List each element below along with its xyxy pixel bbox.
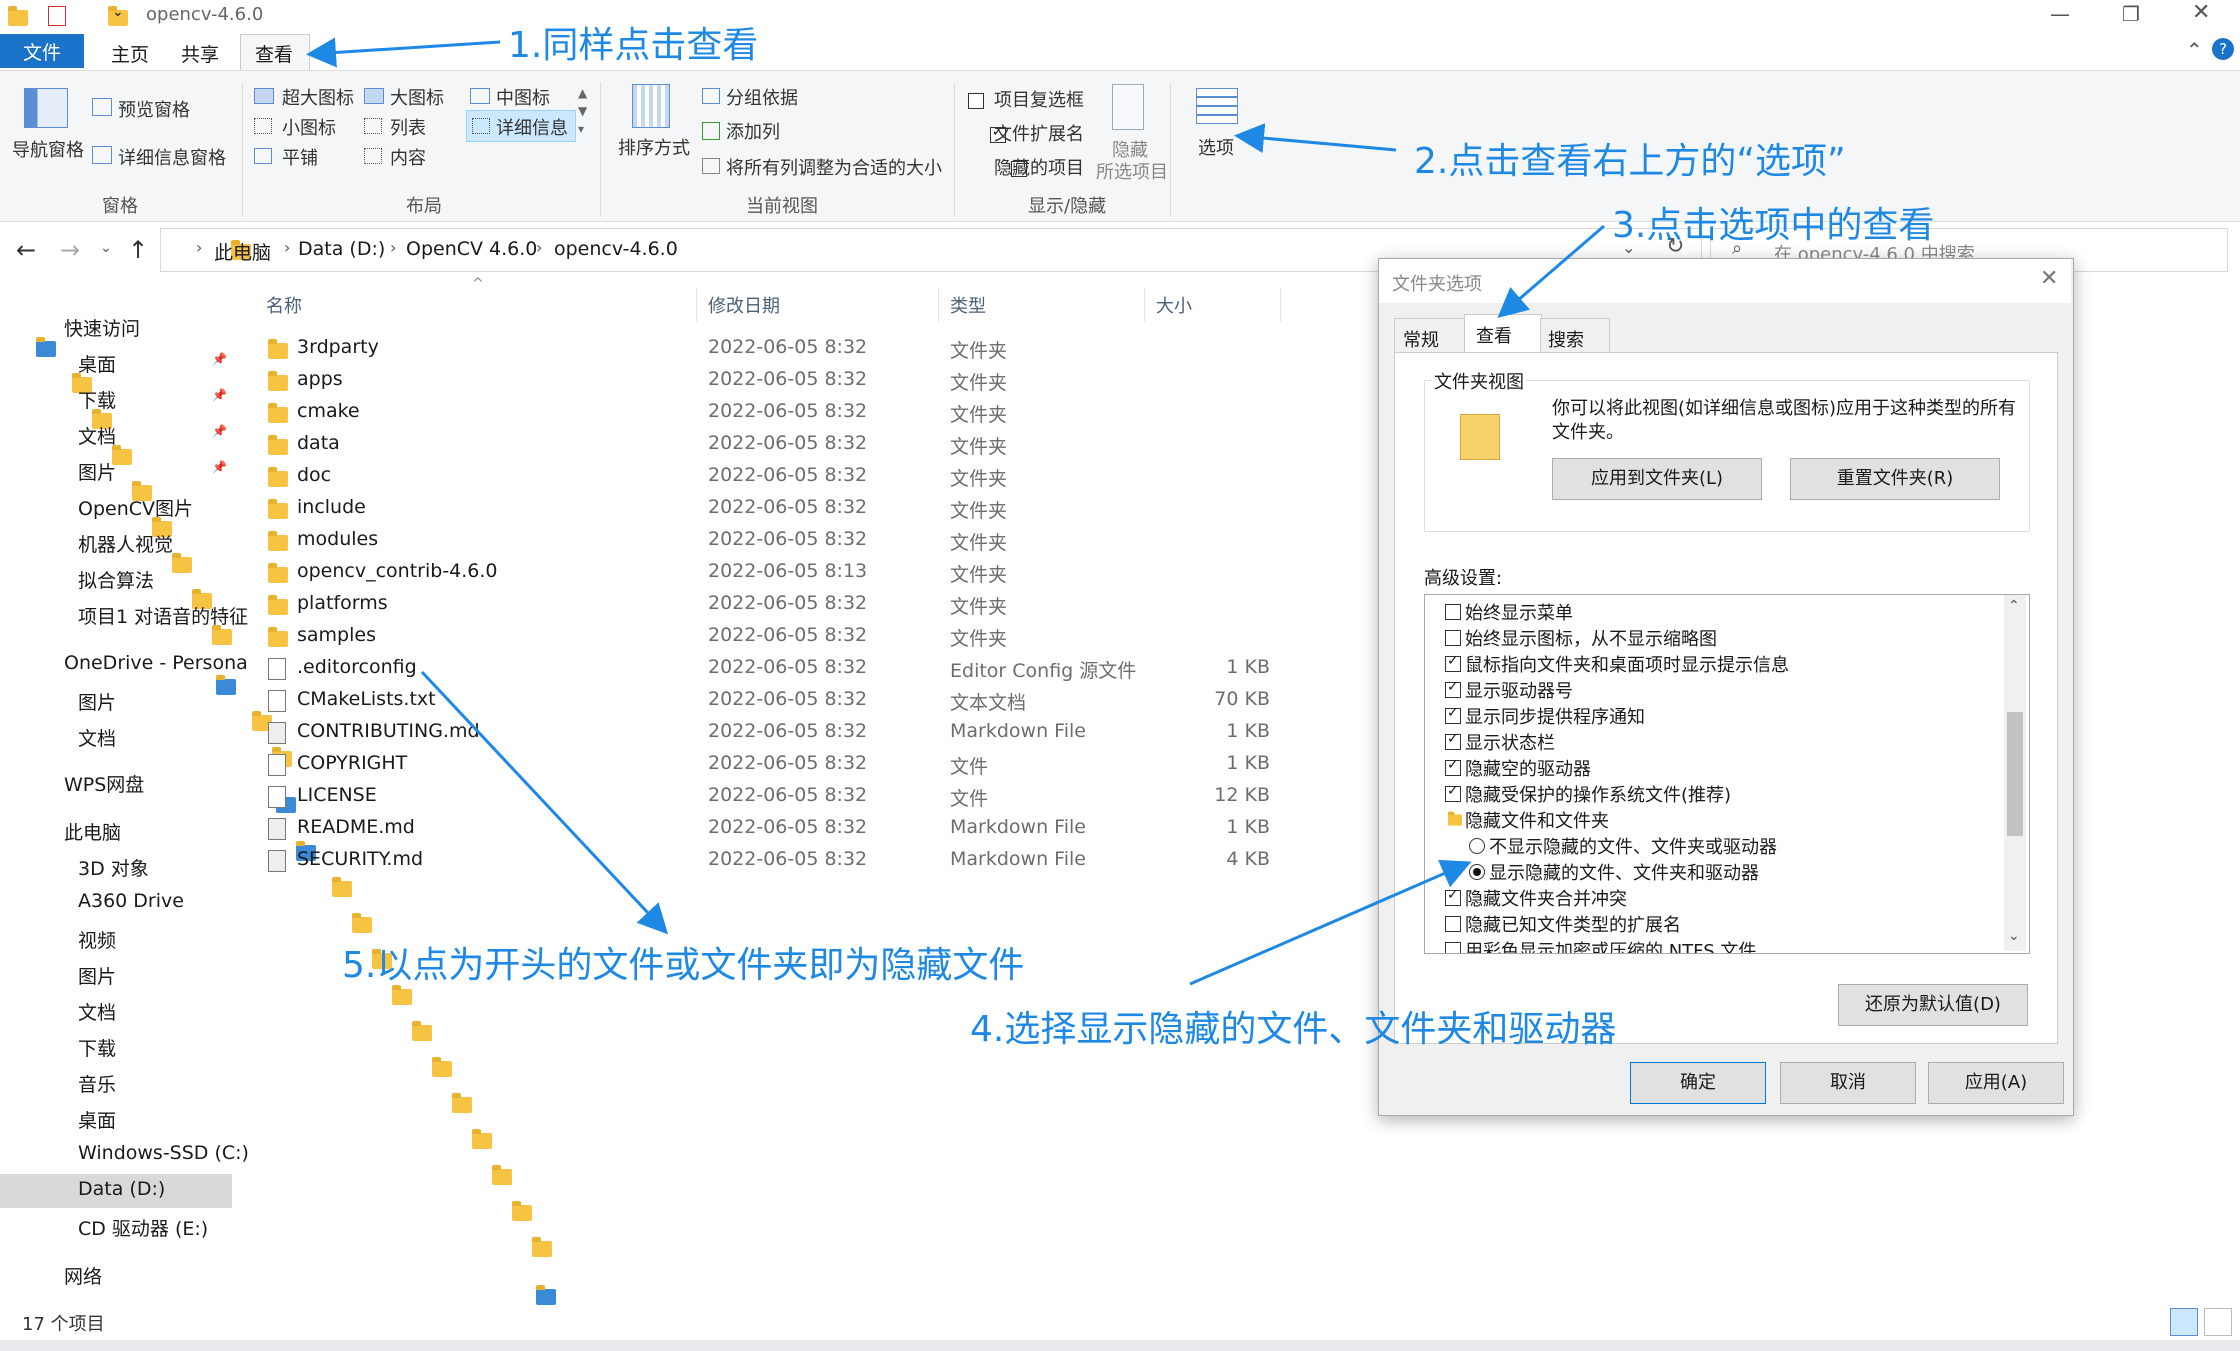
arrow-step-1 xyxy=(306,37,501,68)
arrow-step-2 xyxy=(1234,123,1397,154)
arrow-step-5 xyxy=(420,670,669,935)
annotation-arrows xyxy=(306,37,1605,986)
arrow-step-4 xyxy=(1189,859,1472,986)
arrow-step-3 xyxy=(1497,224,1605,318)
